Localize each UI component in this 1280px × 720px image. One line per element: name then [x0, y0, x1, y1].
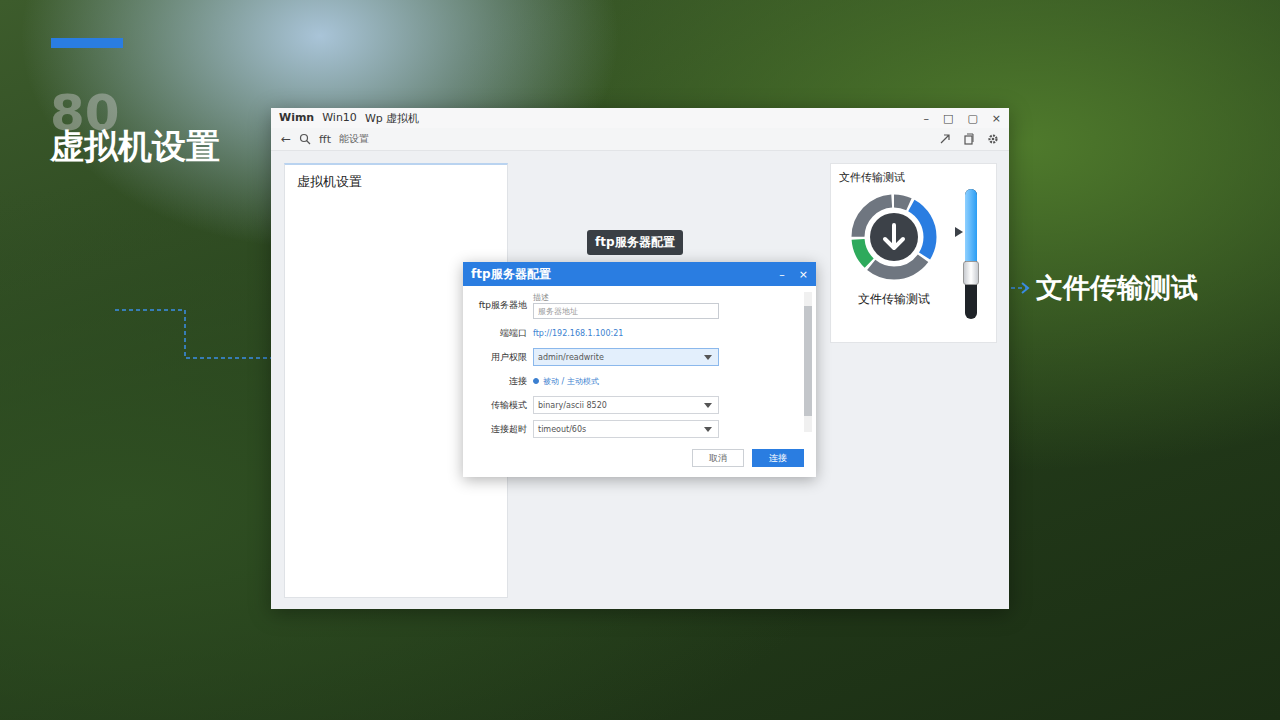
- field-hint: 描述: [533, 292, 719, 303]
- breadcrumb: 能设置: [339, 132, 369, 146]
- donut-segment: [858, 201, 930, 273]
- accent-bar: [51, 38, 123, 48]
- dialog-control[interactable]: –: [779, 268, 785, 281]
- select-value: admin/readwrite: [538, 353, 604, 362]
- field-row: ftp服务器地描述: [469, 292, 798, 319]
- vertical-slider[interactable]: [965, 189, 977, 319]
- ftp-dialog: ftp服务器配置–×ftp服务器地描述端端口ftp://192.168.1.10…: [463, 262, 816, 477]
- field-label: ftp服务器地: [469, 299, 527, 312]
- caret-icon: [704, 427, 712, 432]
- tooltip: ftp服务器配置: [587, 230, 683, 255]
- donut-segment: [858, 201, 930, 273]
- slide-title: 虚拟机设置: [50, 124, 220, 170]
- field-label: 连接超时: [469, 423, 527, 436]
- callout: 文件传输测试: [990, 270, 1198, 306]
- select-box[interactable]: admin/readwrite: [533, 348, 719, 366]
- dialog-header: ftp服务器配置 – ×: [463, 262, 816, 286]
- radio-dot: [533, 378, 539, 384]
- caret-icon: [704, 403, 712, 408]
- dialog-control[interactable]: ×: [799, 268, 808, 281]
- field-label: 端端口: [469, 327, 527, 340]
- app-window: WimnWin10Wp 虚拟机–□▢×←fft能设置虚拟机设置文件传输测试文件传…: [271, 108, 1009, 609]
- scrollbar[interactable]: [804, 292, 812, 432]
- slide: 80虚拟机设置文件传输测试WimnWin10Wp 虚拟机–□▢×←fft能设置虚…: [0, 0, 1280, 720]
- transfer-card: 文件传输测试文件传输测试: [830, 163, 997, 343]
- window-control[interactable]: ×: [992, 112, 1001, 125]
- field-label: 连接: [469, 375, 527, 388]
- donut-segment: [858, 201, 930, 273]
- field-row: 用户权限 admin/readwrite: [469, 347, 798, 367]
- sidebar-title: 虚拟机设置: [297, 173, 495, 191]
- select-value: binary/ascii 8520: [538, 401, 607, 410]
- gear-icon[interactable]: [987, 133, 999, 145]
- search-text[interactable]: fft: [319, 133, 331, 146]
- field-row: 连接被动 / 主动模式: [469, 371, 798, 391]
- window-title: Wimn: [279, 111, 314, 126]
- search-icon[interactable]: [299, 133, 311, 145]
- select-box[interactable]: binary/ascii 8520: [533, 396, 719, 414]
- card-label: 文件传输测试: [858, 291, 930, 308]
- window-control[interactable]: –: [923, 112, 929, 125]
- caret-icon: [704, 355, 712, 360]
- window-title: Wp 虚拟机: [365, 111, 419, 126]
- field-row: 连接超时 timeout/60s: [469, 419, 798, 439]
- download-icon[interactable]: [870, 213, 918, 261]
- copy-icon[interactable]: [963, 133, 975, 145]
- window-control[interactable]: □: [943, 112, 953, 125]
- field-label: 用户权限: [469, 351, 527, 364]
- progress-donut: [846, 189, 942, 285]
- field-row: 端端口 ftp://192.168.1.100:21: [469, 323, 798, 343]
- share-icon[interactable]: [939, 133, 951, 145]
- select-box[interactable]: timeout/60s: [533, 420, 719, 438]
- select-value: timeout/60s: [538, 425, 586, 434]
- dialog-button[interactable]: 取消: [692, 449, 744, 467]
- dialog-title: ftp服务器配置: [471, 266, 551, 283]
- toolbar: ← fft 能设置: [271, 128, 1009, 151]
- radio-option[interactable]: 被动 / 主动模式: [533, 376, 719, 387]
- card-title: 文件传输测试: [839, 170, 988, 185]
- field-row: 传输模式 binary/ascii 8520: [469, 395, 798, 415]
- donut-segment: [858, 201, 930, 273]
- dialog-button[interactable]: 连接: [752, 449, 804, 467]
- donut-segment: [858, 201, 930, 273]
- field-label: 传输模式: [469, 399, 527, 412]
- field-value: ftp://192.168.1.100:21: [533, 329, 719, 338]
- slider-knob[interactable]: [963, 261, 979, 285]
- slider-pointer-icon: [955, 227, 963, 237]
- text-input[interactable]: [533, 303, 719, 319]
- title-bar: Wimn Win10 Wp 虚拟机 – □ ▢ ×: [271, 108, 1009, 128]
- window-control[interactable]: ▢: [967, 112, 977, 125]
- slider-fill: [965, 189, 977, 261]
- window-title: Win10: [322, 111, 357, 126]
- back-button[interactable]: ←: [281, 132, 291, 146]
- callout-text: 文件传输测试: [1036, 270, 1198, 306]
